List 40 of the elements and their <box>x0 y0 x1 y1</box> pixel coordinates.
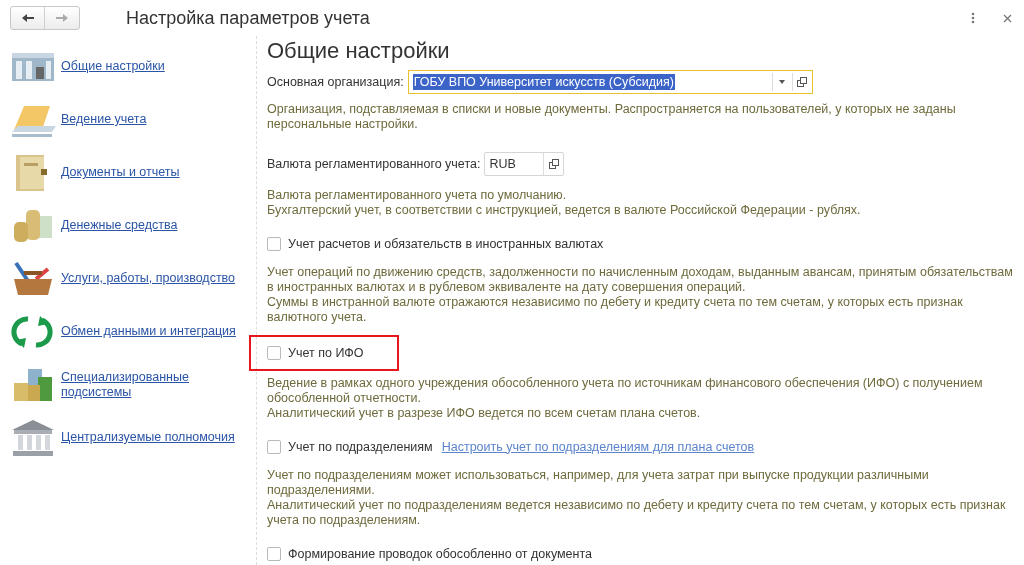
sidebar-link[interactable]: Услуги, работы, производство <box>61 271 251 286</box>
currency-field[interactable]: RUB <box>484 152 565 176</box>
description-text: Аналитический учет по подразделениям ведется независимо по дебету и кредиту счета по тем счетам, у которых есть признак учета по подразделениям. <box>267 498 1007 528</box>
open-icon[interactable] <box>797 77 808 87</box>
sidebar-link[interactable]: Обмен данными и интеграция <box>61 324 251 339</box>
description-text: Бухгалтерский учет, в соответствии с инструкцией, ведется в валюте Российской Федерации - рублях. <box>267 203 862 218</box>
checkbox-label: Учет по подразделениям <box>288 438 433 456</box>
checkbox[interactable] <box>267 547 281 561</box>
checkbox[interactable] <box>267 237 281 251</box>
sidebar-link[interactable]: Централизуемые полномочия <box>61 430 251 445</box>
more-menu-icon[interactable] <box>971 12 975 24</box>
checkbox-label: Учет расчетов и обязательств в иностранных валютах <box>288 235 604 253</box>
checkbox[interactable] <box>267 440 281 454</box>
checkbox-label: Формирование проводок обособленно от документа <box>288 545 592 563</box>
description-text: Суммы в инстранной валюте отражаются независимо по дебету и кредиту счета по тем счетам, у которых есть признак валютного учета. <box>267 295 964 325</box>
description-text: Валюта регламентированного учета по умолчанию. <box>267 188 568 203</box>
back-arrow-icon <box>20 13 35 23</box>
sidebar-link[interactable]: Общие настройки <box>61 59 251 74</box>
checkbox-label: Учет по ИФО <box>288 344 364 362</box>
sidebar-link[interactable]: Денежные средства <box>61 218 251 233</box>
forward-arrow-icon <box>55 13 69 23</box>
field-label: Основная организация: <box>267 73 404 91</box>
organization-field[interactable]: ГОБУ ВПО Университет искусств (Субсидия) <box>407 70 813 94</box>
sidebar-link[interactable]: Ведение учета <box>61 112 251 127</box>
close-icon[interactable] <box>1003 13 1012 23</box>
field-label: Валюта регламентированного учета: <box>267 155 481 173</box>
description-text: Учет операций по движению средств, задолженности по начисленным доходам, выданным авансам, принятым обязательствам в иностранных валютах и в рублевом эквиваленте на дату совершения операций. <box>267 265 1014 295</box>
sidebar-link[interactable]: Документы и отчеты <box>61 165 251 180</box>
sidebar-link[interactable]: Специализированные подсистемы <box>61 369 251 400</box>
settings-link[interactable]: Настроить учет по подразделениям для плана счетов <box>441 437 755 457</box>
columned-building-icon <box>10 417 56 458</box>
dropdown-caret-icon[interactable] <box>779 80 786 84</box>
open-icon[interactable] <box>548 159 559 169</box>
description-text: Ведение в рамках одного учреждения обособленного учета по источникам финансового обеспечения (ИФО) с получением обособленной отчетности. <box>267 376 984 406</box>
description-text: Организация, подставляемая в списки и новые документы. Распространяется на пользователей, у которых не заданы персональные настройки. <box>267 102 957 132</box>
description-text: Учет по подразделениям может использоваться, например, для учета затрат при выпуске продукции различными подразделениями. <box>267 468 930 498</box>
description-text: Аналитический учет в разрезе ИФО ведется по всем счетам плана счетов. <box>267 406 702 421</box>
section-heading: Общие настройки <box>267 37 451 65</box>
window-title: Настройка параметров учета <box>126 6 370 30</box>
checkbox[interactable] <box>267 346 281 360</box>
